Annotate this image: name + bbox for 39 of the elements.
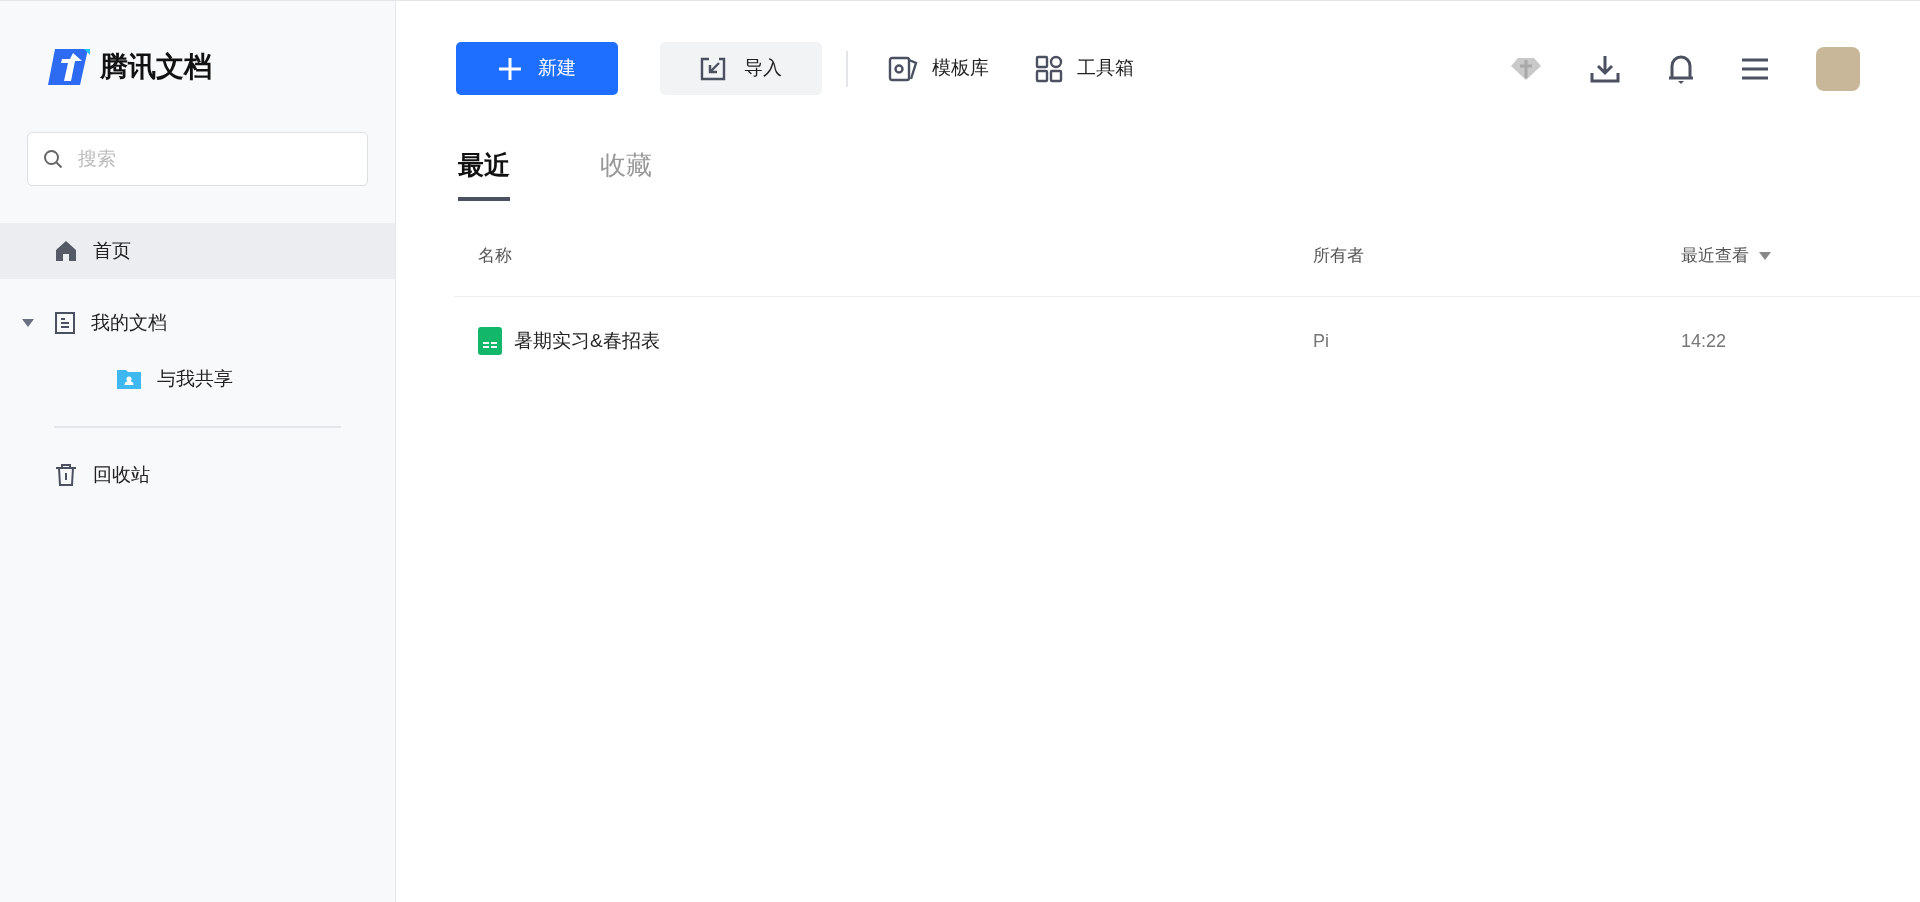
sort-icon[interactable] (1759, 251, 1771, 260)
sidebar-item[interactable]: 我的文档 (0, 295, 395, 351)
column-header[interactable]: 所有者 (1313, 242, 1364, 269)
toolbar-link[interactable]: 模板库 (888, 54, 989, 83)
sidebar-item[interactable]: 首页 (0, 223, 395, 279)
logo-text: 腾讯文档 (100, 50, 212, 84)
viewed-time-cell-text: 14:22 (1681, 329, 1728, 353)
sidebar-item[interactable]: 与我共享 (0, 351, 395, 407)
sidebar-label: 回收站 (93, 462, 150, 487)
column-header[interactable]: 最近查看 (1681, 242, 1749, 269)
file-name: 暑期实习&春招表 (514, 328, 660, 353)
document-icon (54, 311, 76, 335)
file-row[interactable]: 暑期实习&春招表 Pi 14:22 (454, 297, 1920, 385)
sidebar-item[interactable]: 回收站 (0, 447, 395, 503)
trash-icon (54, 463, 78, 487)
plus-icon (498, 56, 522, 81)
toolbar-link[interactable]: 工具箱 (1035, 54, 1134, 83)
search-icon (43, 149, 63, 169)
column-header[interactable]: 名称 (478, 242, 512, 269)
logo-icon (48, 49, 90, 85)
sidebar-label: 我的文档 (91, 310, 167, 335)
bell-icon[interactable] (1668, 53, 1694, 84)
import-button[interactable]: 导入 (660, 42, 822, 95)
template-icon (888, 54, 918, 83)
home-icon (54, 239, 78, 263)
download-icon[interactable] (1590, 54, 1620, 83)
owner-cell-text: Pi (1313, 329, 1330, 353)
tab[interactable]: 最近 (458, 146, 510, 201)
spreadsheet-icon (478, 327, 502, 355)
menu-icon[interactable] (1742, 56, 1768, 81)
folder-icon (116, 367, 142, 391)
new-button[interactable]: 新建 (456, 42, 618, 95)
diamond-icon[interactable] (1510, 56, 1542, 81)
grid-icon (1035, 54, 1063, 83)
search-field[interactable]: 搜索 (27, 132, 368, 186)
import-icon (700, 56, 726, 81)
sidebar-label: 首页 (93, 238, 131, 263)
caret-icon[interactable] (22, 318, 34, 328)
sidebar-label: 与我共享 (157, 366, 233, 391)
